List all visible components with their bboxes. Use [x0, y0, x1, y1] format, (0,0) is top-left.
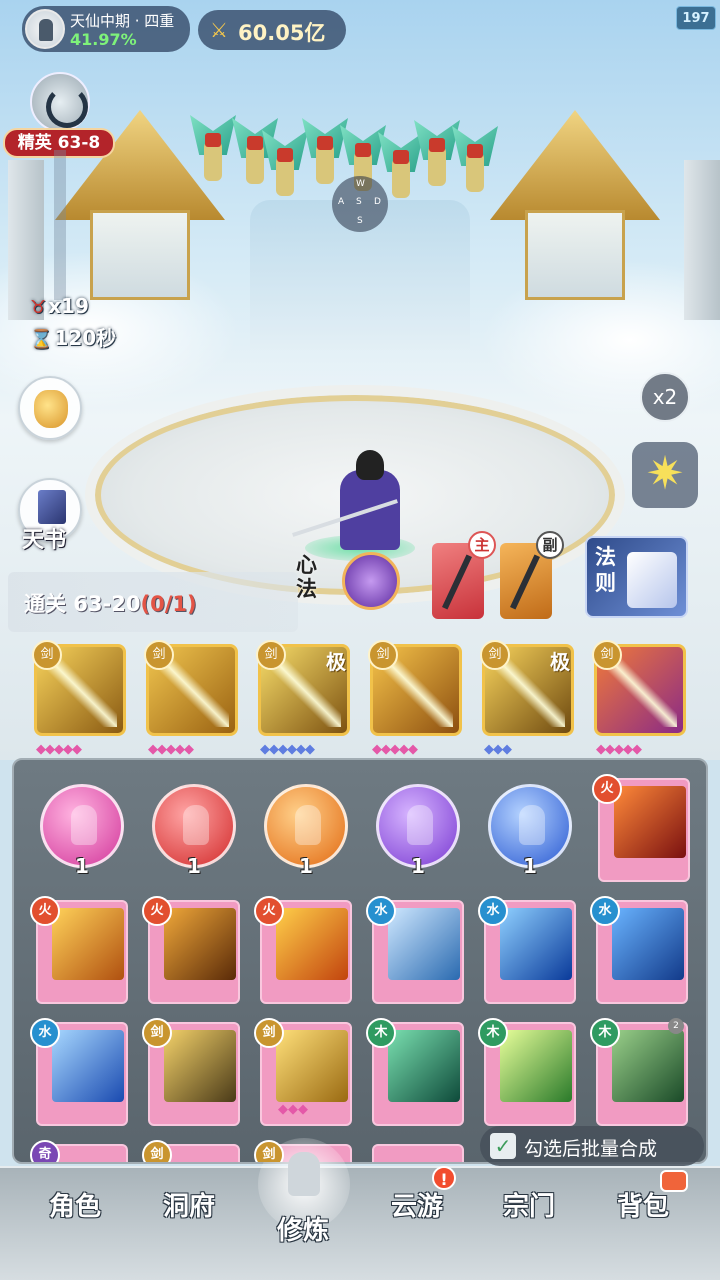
stage-map-icon[interactable]: [30, 72, 90, 132]
crossed-swords-icon: ⚔: [210, 18, 228, 42]
skill-book[interactable]: 火: [30, 896, 128, 1004]
water-element-icon: 水: [30, 1018, 60, 1048]
realm-progress: 41.97%: [70, 30, 137, 49]
nav-cave[interactable]: 洞府: [134, 1186, 244, 1223]
sword-type-icon: 剑: [368, 640, 398, 670]
demon-icon: ♉: [30, 297, 47, 318]
scythe-icon: [510, 554, 540, 610]
skill-book[interactable]: 木: [478, 1018, 576, 1126]
fire-element-icon: 火: [254, 896, 284, 926]
fire-element-icon: 火: [592, 774, 622, 804]
realm-status[interactable]: 天仙中期 · 四重 41.97%: [22, 6, 190, 52]
stage-timer: ⌛ 120秒: [30, 326, 117, 350]
skill-book[interactable]: 水: [478, 896, 576, 1004]
travel-alert-badge: !: [432, 1166, 456, 1190]
sub-weapon-tag: 副: [536, 531, 564, 559]
purple-element-icon: 奇: [30, 1140, 60, 1162]
nav-travel[interactable]: 云游: [362, 1186, 472, 1223]
law-label: 法则: [595, 545, 616, 595]
checkmark-icon[interactable]: ✓: [490, 1133, 516, 1159]
sword-type-icon: 剑: [32, 640, 62, 670]
right-pavilion: [490, 110, 660, 300]
xinfa-orb[interactable]: [342, 552, 400, 610]
wood-element-icon: 木: [478, 1018, 508, 1048]
xinfa-label: 心法: [296, 553, 317, 601]
water-element-icon: 水: [590, 896, 620, 926]
skill-book[interactable]: 火: [254, 896, 352, 1004]
sword-type-icon: 剑: [592, 640, 622, 670]
sword-type-icon: 剑: [144, 640, 174, 670]
sword-type-icon: 剑: [142, 1140, 172, 1162]
combat-power-value: 60.05亿: [238, 21, 326, 45]
fire-element-icon: 火: [142, 896, 172, 926]
nav-cultivate[interactable]: 修炼: [248, 1210, 358, 1247]
treasure-bag-button[interactable]: [18, 376, 82, 440]
wood-element-icon: 木: [590, 1018, 620, 1048]
speed-toggle-button[interactable]: x2: [640, 372, 690, 422]
skill-book[interactable]: [372, 1144, 464, 1162]
realm-title: 天仙中期 · 四重: [70, 12, 175, 30]
skill-book[interactable]: 奇: [30, 1140, 128, 1162]
skill-book[interactable]: 剑 ◆◆◆: [254, 1018, 352, 1126]
equipped-skill[interactable]: 剑 ◆◆◆◆◆: [368, 640, 462, 757]
combat-power[interactable]: ⚔ 60.05亿: [198, 10, 346, 50]
equipped-skill[interactable]: 剑 ◆◆◆◆◆: [144, 640, 238, 757]
skill-book[interactable]: 水: [30, 1018, 128, 1126]
nav-character[interactable]: 角色: [20, 1186, 130, 1223]
sword-type-icon: 剑: [256, 640, 286, 670]
nav-sect[interactable]: 宗门: [474, 1186, 584, 1223]
skill-book[interactable]: 木 2: [590, 1018, 688, 1126]
skill-book[interactable]: 火: [592, 774, 690, 882]
info-dot-icon: 2: [668, 1018, 684, 1034]
skill-book[interactable]: 木: [366, 1018, 464, 1126]
main-weapon-slot[interactable]: 主: [432, 531, 496, 619]
skill-book[interactable]: 火: [142, 896, 240, 1004]
pillar: [684, 160, 720, 320]
bottom-nav: [0, 1166, 720, 1280]
skill-book[interactable]: 剑: [142, 1018, 240, 1126]
fire-element-icon: 火: [30, 896, 60, 926]
enemy-count: ♉ x19: [30, 294, 89, 318]
batch-merge-toggle[interactable]: ✓ 勾选后批量合成: [480, 1126, 704, 1166]
hourglass-icon: ⌛: [30, 329, 53, 350]
equipped-skill[interactable]: 剑 ◆◆◆◆◆: [592, 640, 686, 757]
stage-clear-text: 通关 63-20(0/1): [24, 592, 197, 616]
wood-element-icon: 木: [366, 1018, 396, 1048]
law-button[interactable]: 法则: [585, 536, 688, 618]
skill-book[interactable]: 水: [590, 896, 688, 1004]
sub-weapon-slot[interactable]: 副: [500, 531, 564, 619]
sword-type-icon: 剑: [480, 640, 510, 670]
enemy-unit: [190, 115, 236, 185]
stage-clear-bar: 通关 63-20(0/1): [8, 572, 298, 632]
fps-counter: 197: [676, 6, 716, 30]
player-character: [292, 450, 415, 561]
backpack-notice-icon: [660, 1170, 688, 1192]
equipped-skill[interactable]: 剑 ◆◆◆◆◆: [32, 640, 126, 757]
main-weapon-tag: 主: [468, 531, 496, 559]
sword-type-icon: 剑: [254, 1140, 284, 1162]
skill-book[interactable]: 剑: [142, 1140, 240, 1162]
water-element-icon: 水: [366, 896, 396, 926]
sword-type-icon: 剑: [142, 1018, 172, 1048]
equipped-skill[interactable]: 剑 极 ◆◆◆◆◆◆: [256, 640, 350, 757]
water-element-icon: 水: [478, 896, 508, 926]
sword-type-icon: 剑: [254, 1018, 284, 1048]
enemy-unit: [452, 126, 498, 196]
stage-progress-rail: [54, 150, 66, 300]
batch-merge-label: 勾选后批量合成: [524, 1138, 658, 1160]
skill-inventory-panel: 1 1 1 1 1 火 火 火 火 水 水 水 水 剑 剑 ◆◆◆ 木 木 木 …: [12, 758, 708, 1164]
star-skill-button[interactable]: ✷: [632, 442, 698, 508]
compass-control[interactable]: WA SDS: [332, 176, 388, 232]
skill-book[interactable]: 水: [366, 896, 464, 1004]
sword-icon: [442, 554, 472, 610]
equipped-skill[interactable]: 剑 极 ◆◆◆: [480, 640, 574, 757]
equipped-skills: 剑 ◆◆◆◆◆ 剑 ◆◆◆◆◆ 剑 极 ◆◆◆◆◆◆ 剑 ◆◆◆◆◆ 剑 极 ◆…: [0, 632, 720, 760]
law-card-icon: [627, 552, 677, 608]
avatar: [25, 9, 65, 49]
heavenly-book-label: 天书: [22, 528, 67, 553]
